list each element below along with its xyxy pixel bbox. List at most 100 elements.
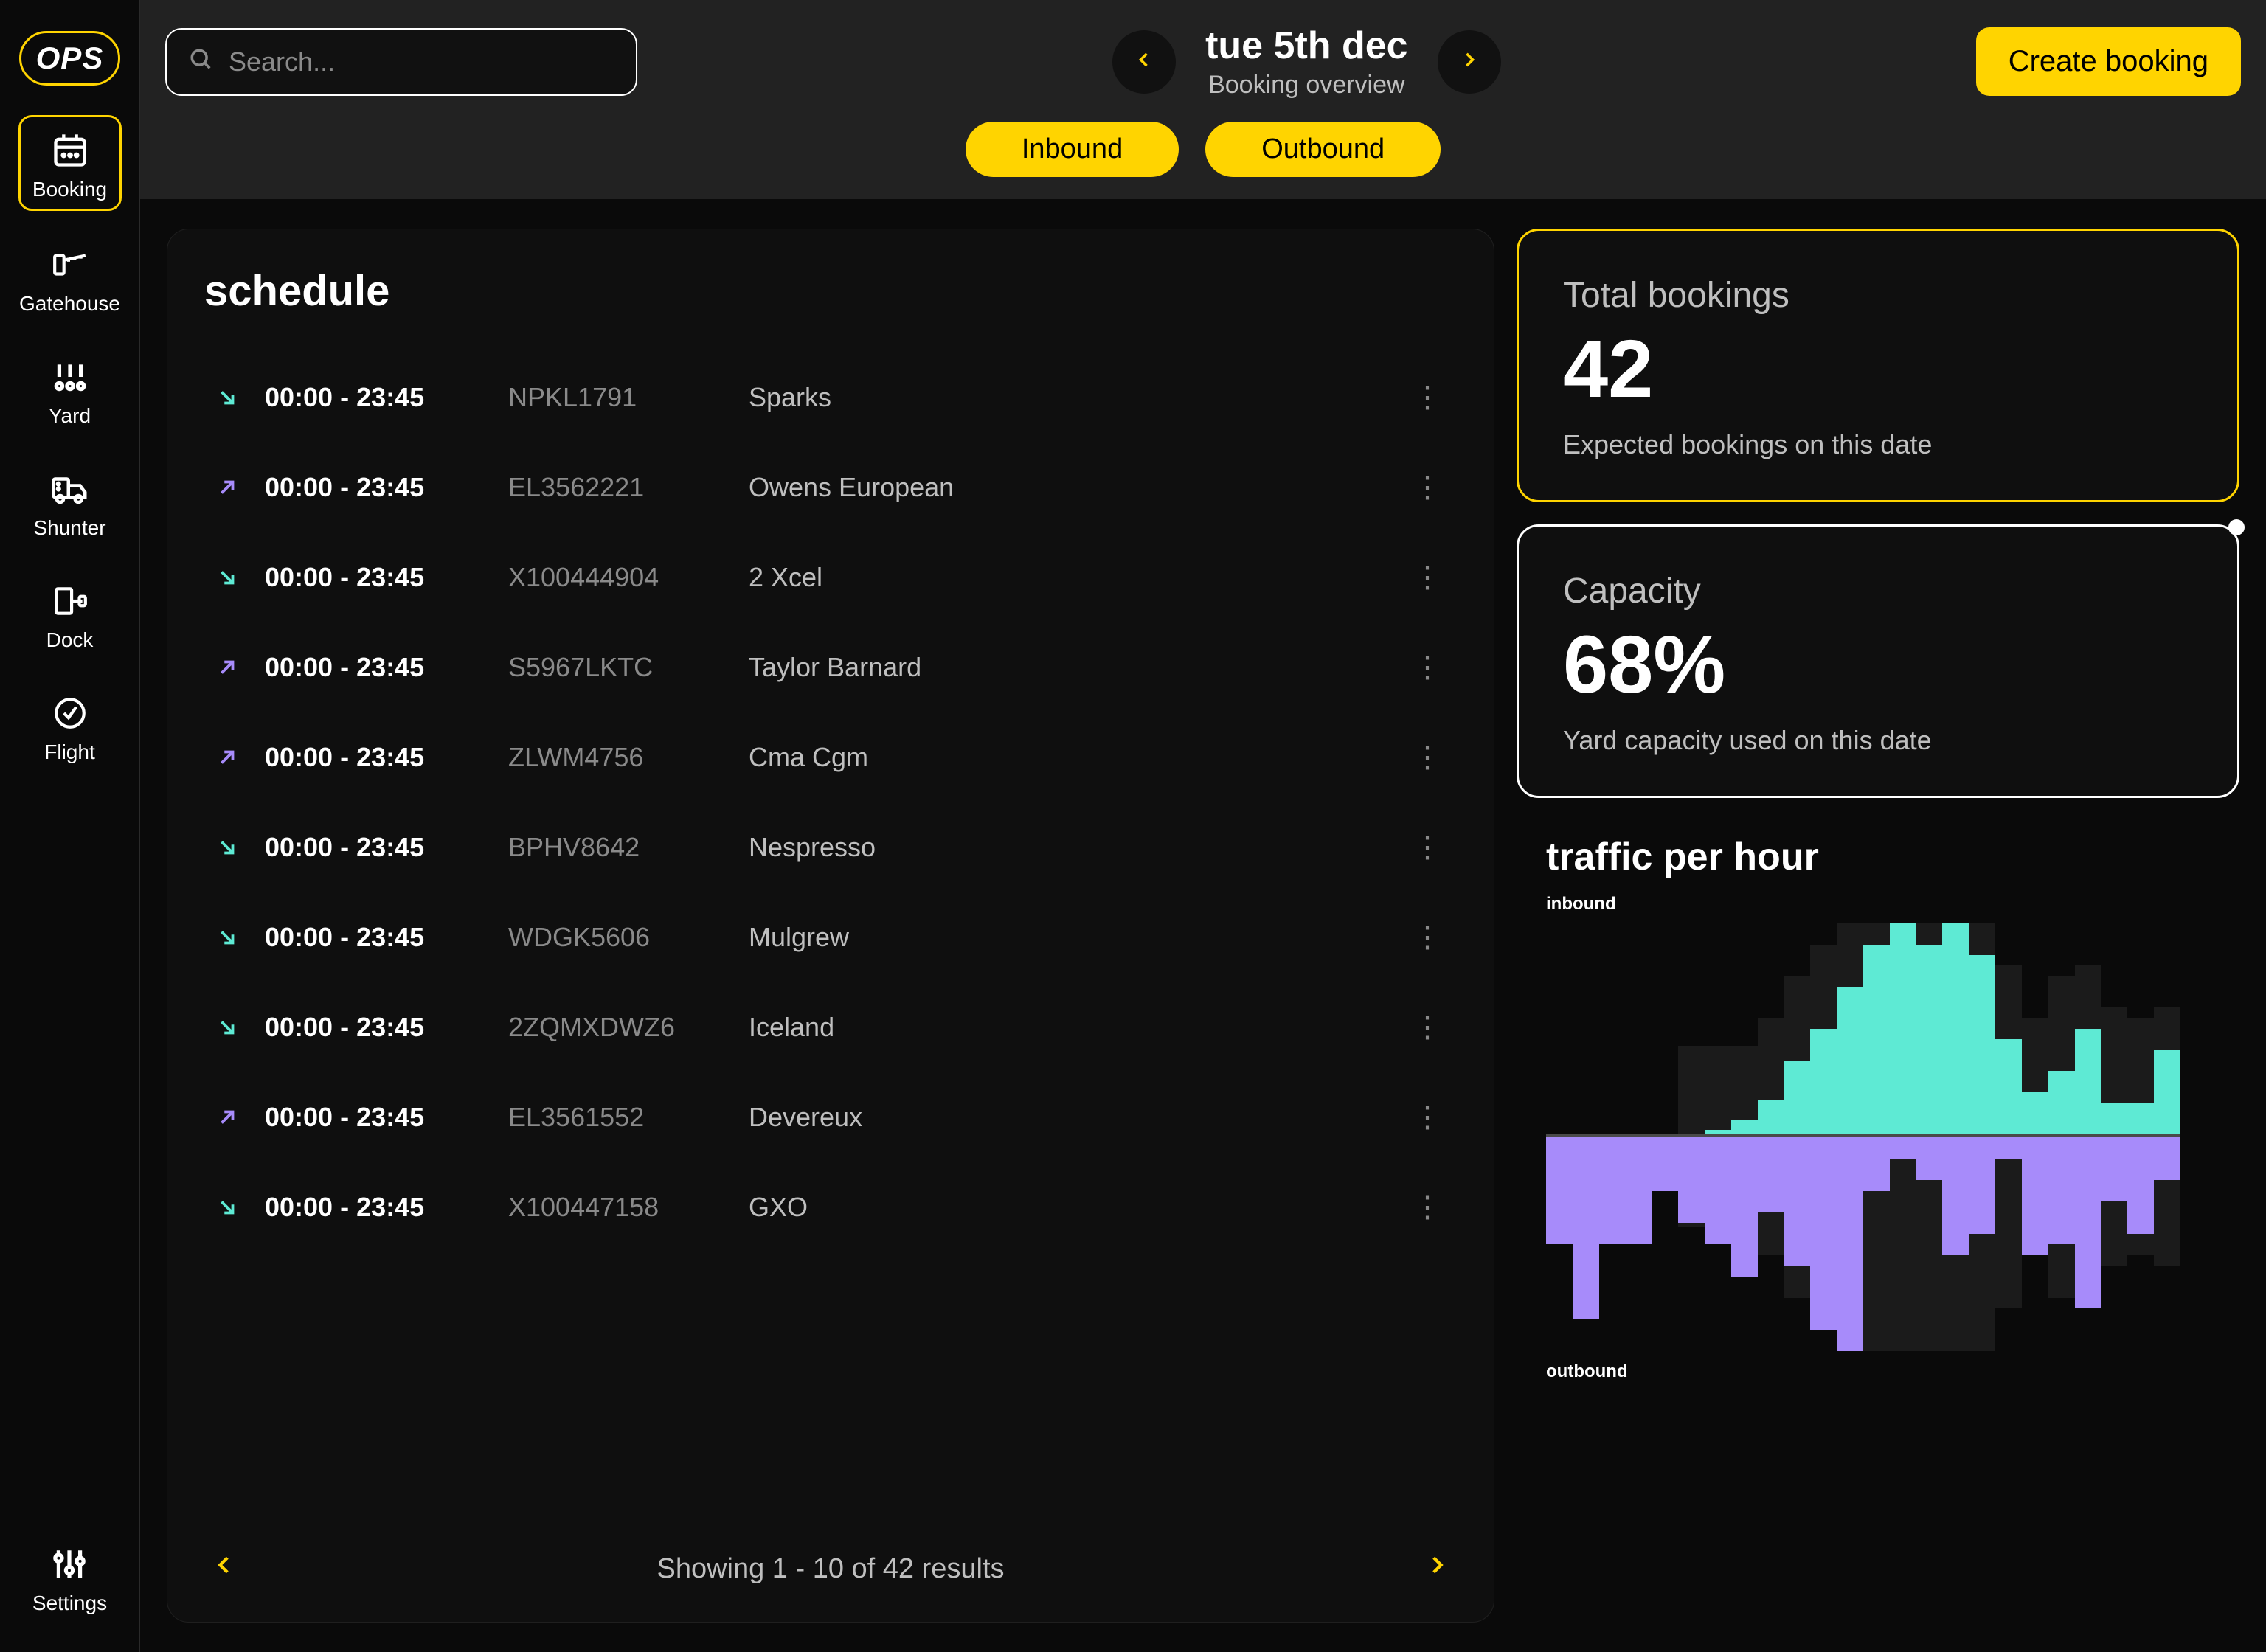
- schedule-pagination-text: Showing 1 - 10 of 42 results: [656, 1553, 1004, 1585]
- card-title: Total bookings: [1563, 275, 2193, 316]
- table-row[interactable]: 00:00 - 23:45BPHV8642Nespresso⋮: [204, 802, 1457, 892]
- tab-outbound[interactable]: Outbound: [1205, 122, 1441, 177]
- sidebar-item-shunter[interactable]: Shunter: [18, 456, 122, 547]
- row-reference: EL3561552: [508, 1102, 727, 1133]
- row-time: 00:00 - 23:45: [265, 382, 486, 413]
- row-more-button[interactable]: ⋮: [1405, 1100, 1449, 1134]
- sidebar-item-label: Gatehouse: [19, 292, 120, 316]
- sidebar-item-label: Booking: [32, 178, 107, 201]
- row-more-button[interactable]: ⋮: [1405, 830, 1449, 864]
- create-booking-button[interactable]: Create booking: [1976, 27, 2241, 96]
- arrow-outbound-icon: [212, 746, 243, 768]
- more-icon: ⋮: [1413, 651, 1442, 684]
- row-client: Devereux: [749, 1102, 1383, 1133]
- row-more-button[interactable]: ⋮: [1405, 650, 1449, 684]
- sidebar-item-label: Flight: [44, 740, 94, 764]
- table-row[interactable]: 00:00 - 23:45ZLWM4756Cma Cgm⋮: [204, 712, 1457, 802]
- card-subtitle: Yard capacity used on this date: [1563, 725, 2193, 756]
- more-icon: ⋮: [1413, 741, 1442, 774]
- row-reference: X100444904: [508, 562, 727, 593]
- logo: OPS: [19, 31, 121, 86]
- sidebar-item-booking[interactable]: Booking: [18, 115, 122, 211]
- table-row[interactable]: 00:00 - 23:45X100447158GXO⋮: [204, 1162, 1457, 1252]
- sidebar-item-dock[interactable]: Dock: [18, 568, 122, 659]
- schedule-title: schedule: [204, 266, 1457, 316]
- schedule-prev-button[interactable]: [204, 1545, 244, 1592]
- card-total-bookings[interactable]: Total bookings 42 Expected bookings on t…: [1517, 229, 2239, 502]
- row-time: 00:00 - 23:45: [265, 1012, 486, 1043]
- search-input-wrapper[interactable]: [165, 28, 637, 96]
- row-more-button[interactable]: ⋮: [1405, 920, 1449, 954]
- arrow-inbound-icon: [212, 566, 243, 589]
- row-reference: EL3562221: [508, 472, 727, 503]
- traffic-panel: traffic per hour inbound outbound: [1517, 820, 2239, 1397]
- more-icon: ⋮: [1413, 471, 1442, 504]
- row-more-button[interactable]: ⋮: [1405, 740, 1449, 774]
- arrow-outbound-icon: [212, 476, 243, 499]
- table-row[interactable]: 00:00 - 23:45EL3562221Owens European⋮: [204, 442, 1457, 532]
- sidebar-item-label: Yard: [49, 404, 91, 428]
- table-row[interactable]: 00:00 - 23:45 EL3561552 Devereux ⋮: [204, 1072, 1457, 1162]
- row-time: 00:00 - 23:45: [265, 1192, 486, 1223]
- row-time: 00:00 - 23:45: [265, 1102, 486, 1133]
- sidebar-item-flight[interactable]: Flight: [18, 680, 122, 771]
- row-client: Mulgrew: [749, 922, 1383, 953]
- row-more-button[interactable]: ⋮: [1405, 1190, 1449, 1224]
- chevron-left-icon: [1134, 49, 1154, 74]
- sidebar-item-label: Settings: [32, 1592, 107, 1615]
- row-reference: BPHV8642: [508, 832, 727, 863]
- flight-icon: [50, 693, 90, 733]
- traffic-chart: [1546, 923, 2180, 1351]
- more-icon: ⋮: [1413, 921, 1442, 954]
- date-next-button[interactable]: [1438, 30, 1501, 94]
- nav: Booking Gatehouse Yard Shunter Dock: [0, 115, 139, 1544]
- schedule-panel: schedule 00:00 - 23:45NPKL1791Sparks⋮00:…: [167, 229, 1494, 1622]
- card-value: 42: [1563, 329, 2193, 410]
- traffic-title: traffic per hour: [1546, 835, 2217, 879]
- table-row[interactable]: 00:00 - 23:45S5967LKTCTaylor Barnard⋮: [204, 622, 1457, 712]
- row-reference: WDGK5606: [508, 922, 727, 953]
- row-reference: X100447158: [508, 1192, 727, 1223]
- resize-handle-icon: [2228, 519, 2245, 535]
- row-more-button[interactable]: ⋮: [1405, 1010, 1449, 1044]
- more-icon: ⋮: [1413, 1101, 1442, 1134]
- search-input[interactable]: [229, 46, 614, 77]
- row-reference: ZLWM4756: [508, 742, 727, 773]
- row-more-button[interactable]: ⋮: [1405, 471, 1449, 504]
- row-more-button[interactable]: ⋮: [1405, 560, 1449, 594]
- card-value: 68%: [1563, 625, 2193, 706]
- row-client: Iceland: [749, 1012, 1383, 1043]
- row-reference: NPKL1791: [508, 382, 727, 413]
- arrow-inbound-icon: [212, 1196, 243, 1218]
- table-row[interactable]: 00:00 - 23:45NPKL1791Sparks⋮: [204, 353, 1457, 442]
- sidebar-item-gatehouse[interactable]: Gatehouse: [18, 232, 122, 323]
- sidebar-item-label: Shunter: [33, 516, 105, 540]
- yard-icon: [50, 357, 90, 397]
- schedule-next-button[interactable]: [1417, 1545, 1457, 1592]
- row-time: 00:00 - 23:45: [265, 562, 486, 593]
- truck-icon: [50, 469, 90, 509]
- arrow-outbound-icon: [212, 1106, 243, 1128]
- row-time: 00:00 - 23:45: [265, 472, 486, 503]
- row-time: 00:00 - 23:45: [265, 922, 486, 953]
- sidebar-item-label: Dock: [46, 628, 94, 652]
- row-client: Taylor Barnard: [749, 652, 1383, 683]
- row-time: 00:00 - 23:45: [265, 832, 486, 863]
- date-subtitle: Booking overview: [1205, 71, 1408, 100]
- card-title: Capacity: [1563, 571, 2193, 611]
- row-reference: 2ZQMXDWZ6: [508, 1012, 727, 1043]
- summary-column: Total bookings 42 Expected bookings on t…: [1517, 229, 2239, 1622]
- arrow-inbound-icon: [212, 836, 243, 858]
- sidebar-item-yard[interactable]: Yard: [18, 344, 122, 435]
- tab-inbound[interactable]: Inbound: [966, 122, 1179, 177]
- sidebar-item-settings[interactable]: Settings: [32, 1544, 107, 1615]
- table-row[interactable]: 00:00 - 23:45 WDGK5606 Mulgrew ⋮: [204, 892, 1457, 982]
- arrow-inbound-icon: [212, 386, 243, 409]
- date-prev-button[interactable]: [1112, 30, 1176, 94]
- main: tue 5th dec Booking overview Create book…: [140, 0, 2266, 1652]
- card-capacity[interactable]: Capacity 68% Yard capacity used on this …: [1517, 524, 2239, 798]
- row-time: 00:00 - 23:45: [265, 652, 486, 683]
- row-more-button[interactable]: ⋮: [1405, 381, 1449, 414]
- table-row[interactable]: 00:00 - 23:45X1004449042 Xcel⋮: [204, 532, 1457, 622]
- table-row[interactable]: 00:00 - 23:45 2ZQMXDWZ6 Iceland ⋮: [204, 982, 1457, 1072]
